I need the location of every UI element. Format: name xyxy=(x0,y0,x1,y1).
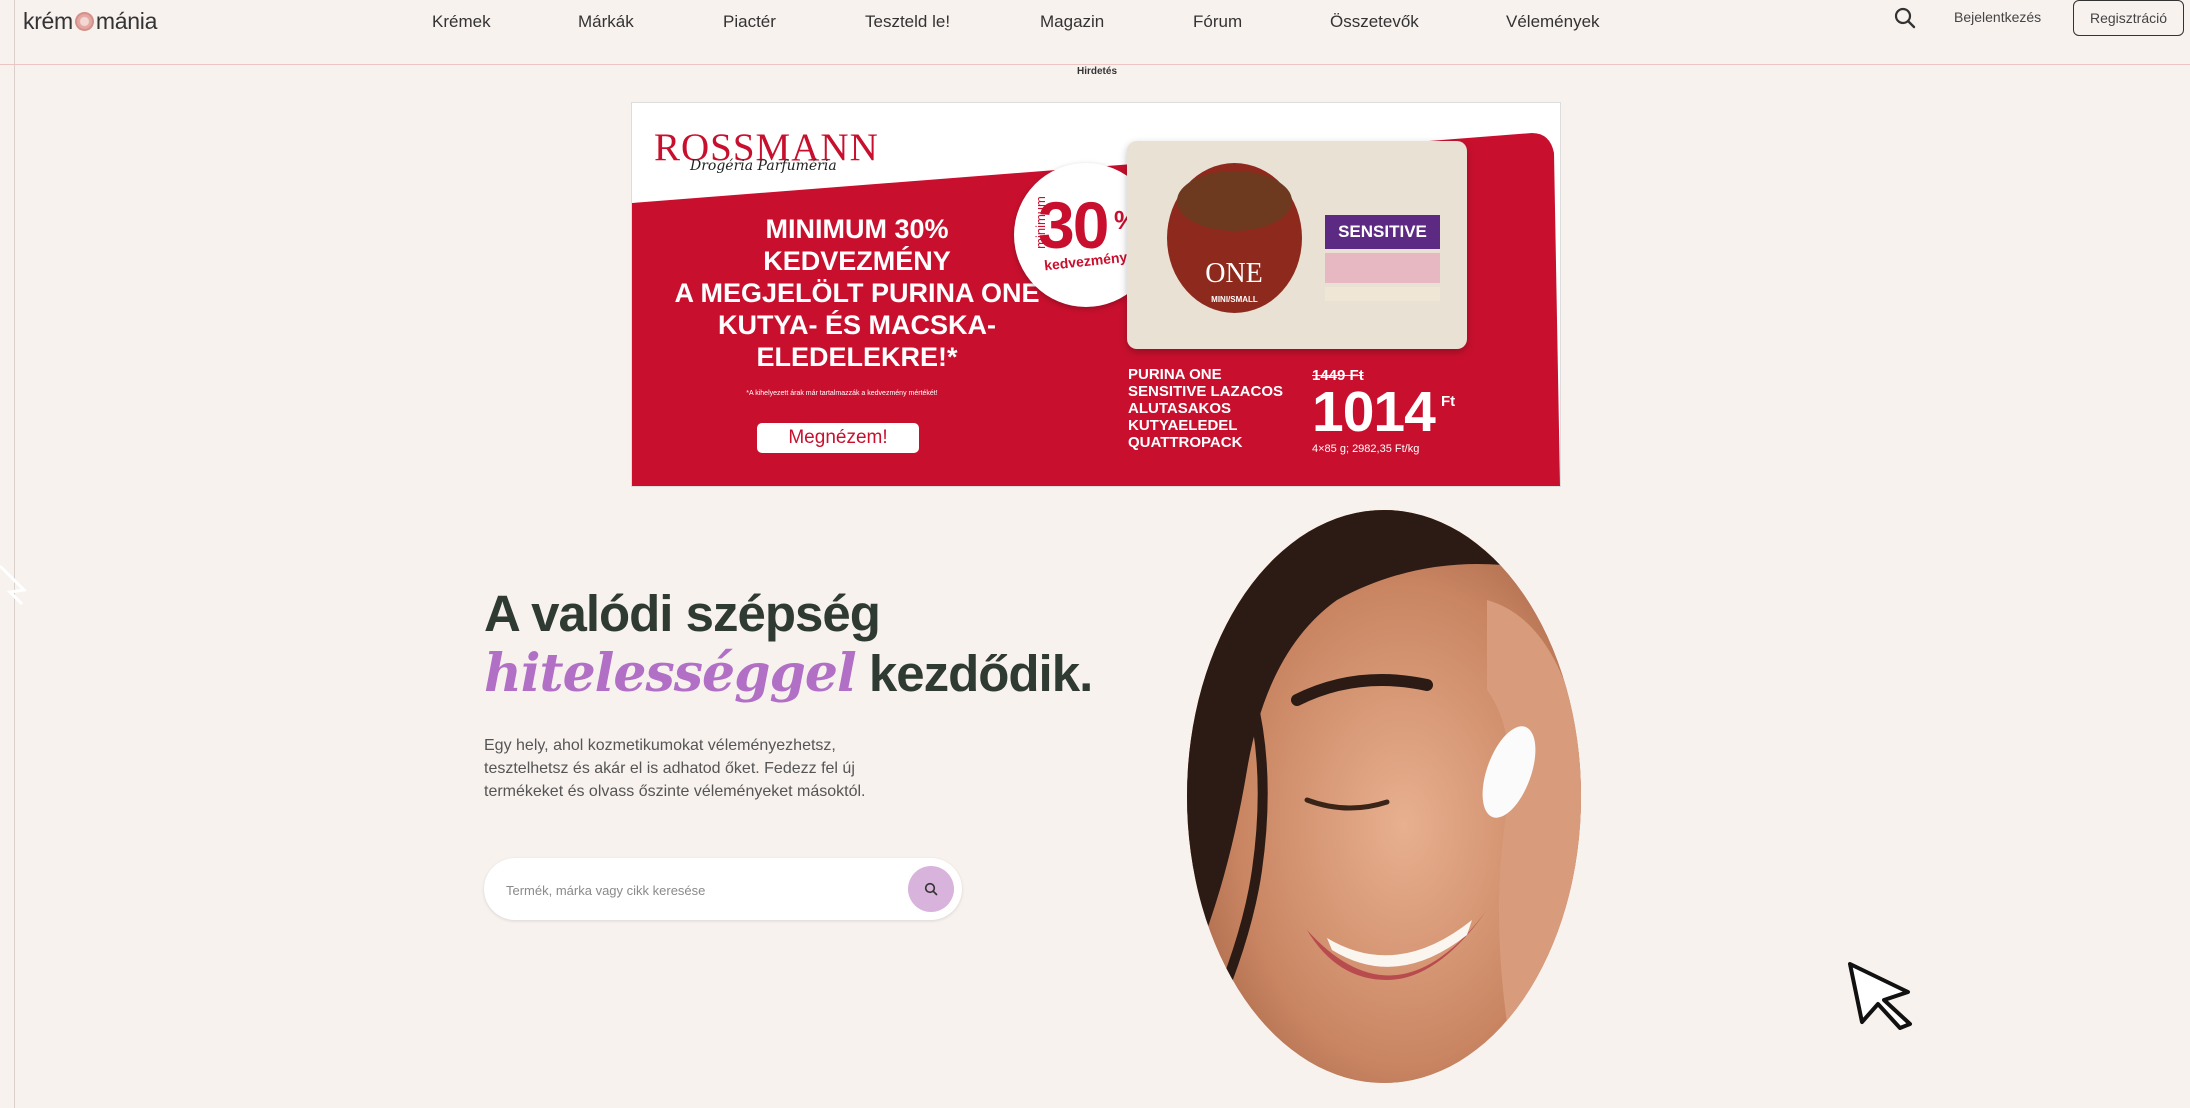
ad-headline-line: MINIMUM 30% xyxy=(765,214,949,244)
nav-item-markak[interactable]: Márkák xyxy=(578,12,723,32)
product-name-line: PURINA ONE xyxy=(1128,366,1222,383)
hero-title: A valódi szépség hitelességgel kezdődik. xyxy=(484,584,1093,704)
ad-unit-price: 4×85 g; 2982,35 Ft/kg xyxy=(1312,443,1420,455)
nav-item-kremek[interactable]: Krémek xyxy=(432,12,578,32)
ad-headline-line: ELEDELEKRE!* xyxy=(756,342,958,372)
hero-search-button[interactable] xyxy=(908,866,954,912)
hero-search-bar xyxy=(484,858,962,922)
hero-description: Egy hely, ahol kozmetikumokat véleményez… xyxy=(484,737,866,800)
product-bowl-graphic: ONE MINI/SMALL xyxy=(1167,163,1302,313)
product-name-line: QUATTROPACK xyxy=(1128,434,1243,451)
nav-item-osszetevok[interactable]: Összetevők xyxy=(1330,12,1506,32)
search-icon xyxy=(1894,7,1916,29)
ad-headline-line: KUTYA- ÉS MACSKA- xyxy=(717,310,996,340)
rossmann-ad-banner[interactable]: ROSSMANN Drogéria Parfuméria MINIMUM 30%… xyxy=(632,103,1560,486)
nav-item-velemenyek[interactable]: Vélemények xyxy=(1506,12,1600,32)
hero-woman-photo xyxy=(1187,510,1581,1083)
hero-title-accent: hitelességgel xyxy=(484,643,857,704)
product-label-strip xyxy=(1325,253,1440,283)
bowl-food-graphic xyxy=(1177,171,1292,231)
ad-cta-button[interactable]: Megnézem! xyxy=(757,423,919,453)
ad-brand-subtitle: Drogéria Parfuméria xyxy=(690,158,837,174)
ad-price: 1014 xyxy=(1312,380,1436,444)
ad-headline-line: KEDVEZMÉNY xyxy=(763,246,951,276)
logo-text-left: krém xyxy=(23,8,73,34)
product-brand: ONE xyxy=(1205,258,1263,289)
nav-item-teszteld-le[interactable]: Teszteld le! xyxy=(865,12,1040,32)
nav-item-piacter[interactable]: Piactér xyxy=(723,12,865,32)
site-header: krém mánia Krémek Márkák Piactér Tesztel… xyxy=(0,0,2190,65)
ad-currency: Ft xyxy=(1441,393,1456,410)
logo-rose-icon xyxy=(74,12,94,31)
product-name-line: SENSITIVE LAZACOS xyxy=(1128,383,1284,400)
logo-text-right: mánia xyxy=(95,8,158,34)
hero-search-input[interactable] xyxy=(504,858,898,922)
product-info-strip xyxy=(1325,287,1440,301)
ad-product-image: ONE MINI/SMALL SENSITIVE xyxy=(1127,141,1467,349)
login-link[interactable]: Bejelentkezés xyxy=(1954,9,2041,25)
ad-fine-print: *A kihelyezett árak már tartalmazzák a k… xyxy=(746,390,938,397)
hero-title-rest: kezdődik. xyxy=(868,645,1093,702)
hero-title-line2: hitelességgel kezdődik. xyxy=(484,643,1093,704)
ad-headline: MINIMUM 30% KEDVEZMÉNY A MEGJELÖLT PURIN… xyxy=(662,213,1052,373)
nav-item-forum[interactable]: Fórum xyxy=(1193,12,1330,32)
product-variant: MINI/SMALL xyxy=(1211,295,1258,304)
product-name-line: KUTYAELEDEL xyxy=(1128,417,1238,434)
ad-headline-line: A MEGJELÖLT PURINA ONE xyxy=(674,278,1040,308)
hero-title-line1: A valódi szépség xyxy=(484,585,881,642)
photo-illustration xyxy=(1187,510,1581,1083)
nav-item-magazin[interactable]: Magazin xyxy=(1040,12,1193,32)
page-left-border xyxy=(14,0,15,1108)
ad-product-name: PURINA ONE SENSITIVE LAZACOS ALUTASAKOS … xyxy=(1128,366,1283,451)
register-button[interactable]: Regisztráció xyxy=(2073,0,2184,36)
header-search-button[interactable] xyxy=(1893,6,1917,30)
ad-label: Hirdetés xyxy=(1077,66,1118,77)
mouse-cursor-icon xyxy=(1848,962,1912,1030)
site-logo[interactable]: krém mánia xyxy=(23,8,157,35)
product-name-line: ALUTASAKOS xyxy=(1128,400,1232,417)
search-icon xyxy=(924,882,938,896)
main-nav: Krémek Márkák Piactér Teszteld le! Magaz… xyxy=(432,12,1600,32)
product-tag: SENSITIVE xyxy=(1325,215,1440,249)
side-cursor-fragment xyxy=(0,564,28,606)
